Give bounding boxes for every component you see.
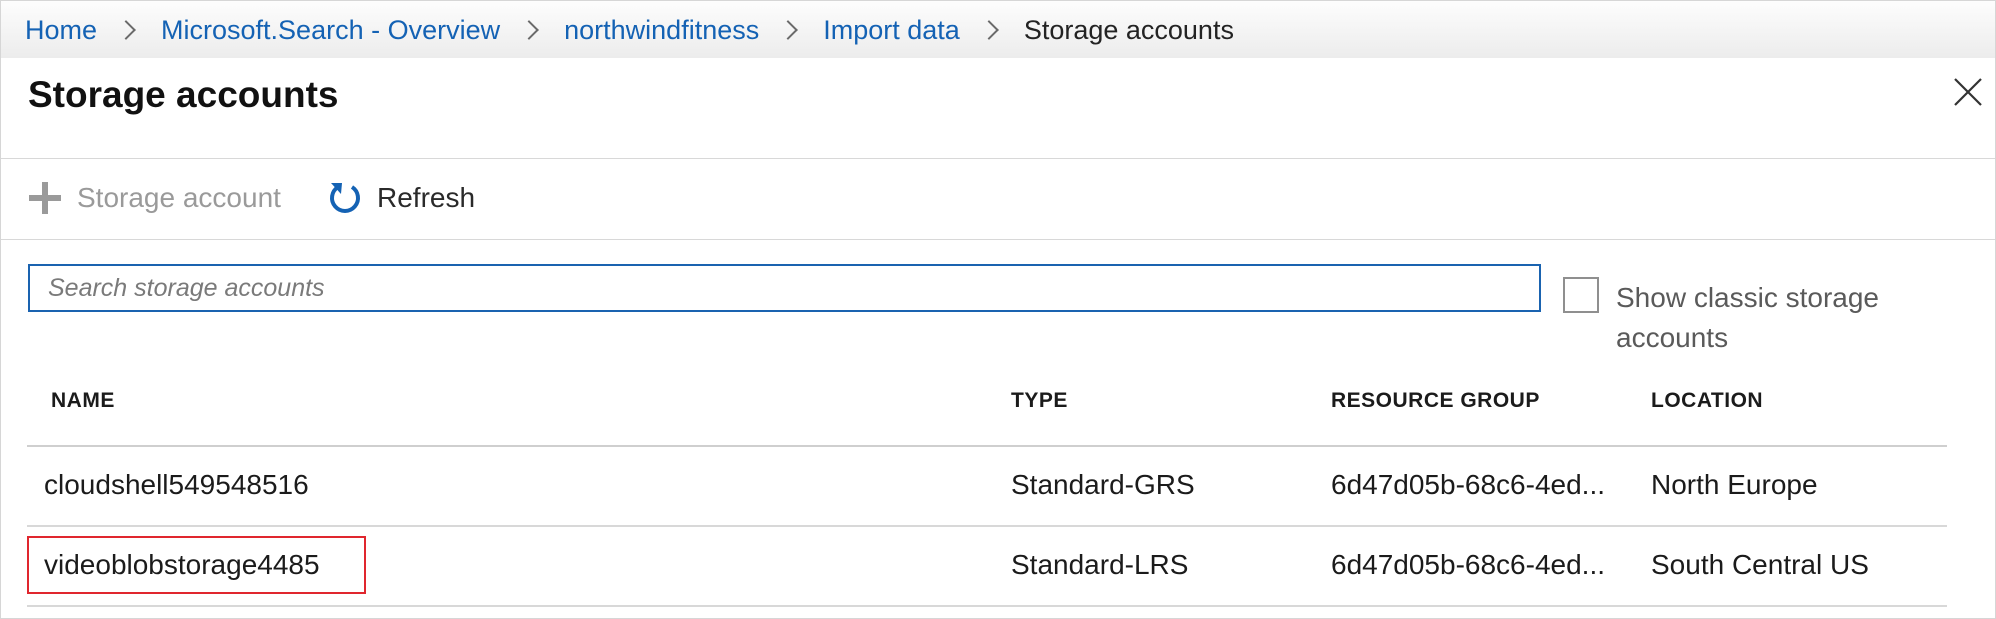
refresh-label: Refresh bbox=[377, 182, 476, 213]
cell-resource-group: 6d47d05b-68c6-4ed... bbox=[1331, 549, 1605, 580]
column-header-resource-group[interactable]: RESOURCE GROUP bbox=[1331, 389, 1540, 413]
show-classic-label: Show classic storage accounts bbox=[1616, 282, 1880, 353]
search-box bbox=[28, 264, 1541, 312]
breadcrumb-bar: Home Microsoft.Search - Overview northwi… bbox=[1, 1, 1995, 59]
cell-location: South Central US bbox=[1651, 549, 1869, 580]
breadcrumb-current: Storage accounts bbox=[1023, 14, 1234, 45]
cell-name: cloudshell549548516 bbox=[44, 469, 309, 500]
breadcrumb: Home Microsoft.Search - Overview northwi… bbox=[25, 13, 1234, 47]
refresh-icon bbox=[330, 183, 360, 213]
cell-type: Standard-LRS bbox=[1011, 549, 1189, 580]
refresh-button[interactable]: Refresh bbox=[327, 177, 475, 219]
table-row[interactable]: cloudshell549548516 Standard-GRS 6d47d05… bbox=[27, 447, 1947, 527]
close-icon bbox=[1954, 78, 1982, 106]
close-button[interactable] bbox=[1951, 75, 1985, 109]
add-storage-account-button[interactable]: Storage account bbox=[27, 177, 281, 219]
column-header-location[interactable]: LOCATION bbox=[1651, 389, 1763, 413]
breadcrumb-northwindfitness[interactable]: northwindfitness bbox=[564, 15, 759, 46]
chevron-right-icon bbox=[519, 20, 540, 40]
table-row[interactable]: videoblobstorage4485 Standard-LRS 6d47d0… bbox=[27, 527, 1947, 607]
breadcrumb-import-data[interactable]: Import data bbox=[823, 15, 960, 46]
cell-name: videoblobstorage4485 bbox=[44, 549, 320, 580]
search-input[interactable] bbox=[30, 266, 1539, 310]
blade-header: Storage accounts bbox=[1, 58, 1995, 159]
breadcrumb-microsoft-search-overview[interactable]: Microsoft.Search - Overview bbox=[161, 15, 500, 46]
page-title: Storage accounts bbox=[28, 74, 339, 115]
cell-type: Standard-GRS bbox=[1011, 469, 1195, 500]
toolbar: Storage account Refresh bbox=[1, 159, 1995, 240]
chevron-right-icon bbox=[978, 20, 999, 40]
plus-icon bbox=[29, 182, 61, 214]
chevron-right-icon bbox=[778, 20, 799, 40]
cell-location: North Europe bbox=[1651, 469, 1818, 500]
add-storage-account-label: Storage account bbox=[77, 182, 281, 213]
breadcrumb-home[interactable]: Home bbox=[25, 15, 97, 46]
column-header-type[interactable]: TYPE bbox=[1011, 389, 1068, 413]
column-header-name[interactable]: NAME bbox=[51, 389, 115, 413]
show-classic-checkbox[interactable] bbox=[1563, 277, 1599, 313]
chevron-right-icon bbox=[116, 20, 136, 40]
cell-resource-group: 6d47d05b-68c6-4ed... bbox=[1331, 469, 1605, 500]
storage-accounts-blade: Home Microsoft.Search - Overview northwi… bbox=[0, 0, 1996, 619]
